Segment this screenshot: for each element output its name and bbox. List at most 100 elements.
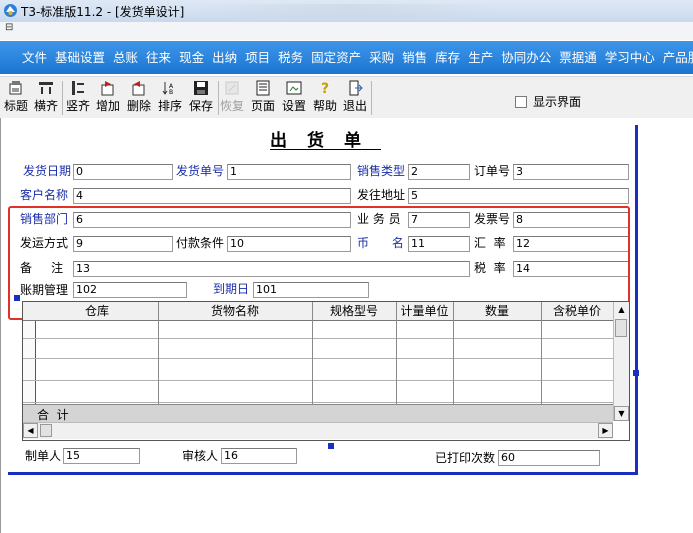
toolbar-button-add[interactable]: 增加 xyxy=(96,79,120,117)
menu-item-0[interactable]: 文件 xyxy=(18,41,51,74)
customer-name-label[interactable]: 客户名称 xyxy=(20,186,68,203)
order-no-label[interactable]: 订单号 xyxy=(474,162,510,179)
vertical-scroll-thumb[interactable] xyxy=(615,319,627,337)
maker-label[interactable]: 制单人 xyxy=(25,447,61,464)
order-no-field[interactable]: 3 xyxy=(513,164,629,180)
main-menubar: 文件 基础设置 总账 往来 现金 出纳 项目 税务 固定资产 采购 销售 库存 生产 协同办公 票据通 学习中… xyxy=(0,41,693,74)
align-horizontal-icon xyxy=(37,79,55,97)
design-toolbar: 标题 横齐 竖齐 增加 删除 A B 排序 保存 恢复 页面 设置 ? 帮助 退出 xyxy=(0,76,693,119)
ship-address-label[interactable]: 发往地址 xyxy=(357,186,405,203)
show-ui-checkbox[interactable]: 显示界面 xyxy=(515,93,581,110)
document-title[interactable]: 出货单 xyxy=(270,126,381,151)
title-icon xyxy=(7,79,25,97)
sales-type-field[interactable]: 2 xyxy=(408,164,470,180)
grid-column-header[interactable]: 仓库 xyxy=(36,302,158,320)
add-icon xyxy=(99,79,117,97)
grid-column-header[interactable]: 含税单价 xyxy=(541,302,613,320)
menu-item-3[interactable]: 往来 xyxy=(142,41,175,74)
toolbar-button-label: 恢复 xyxy=(220,99,245,113)
system-menu-strip xyxy=(0,22,693,40)
small-window-icon[interactable]: ⊟ xyxy=(5,22,13,33)
menu-item-7[interactable]: 税务 xyxy=(274,41,307,74)
title-bar-blur xyxy=(200,4,500,18)
show-ui-label: 显示界面 xyxy=(533,95,582,109)
ship-date-field[interactable]: 0 xyxy=(73,164,173,180)
toolbar-button-save[interactable]: 保存 xyxy=(189,79,213,117)
toolbar-separator xyxy=(371,81,372,115)
toolbar-button-label: 页面 xyxy=(251,99,276,113)
menu-item-1[interactable]: 基础设置 xyxy=(51,41,109,74)
print-count-label[interactable]: 已打印次数 xyxy=(435,449,495,466)
ship-date-label[interactable]: 发货日期 xyxy=(23,162,71,179)
grid-row-line xyxy=(23,338,613,339)
grid-horizontal-scrollbar[interactable]: ◀ ▶ xyxy=(23,422,613,439)
grid-column-header[interactable]: 规格型号 xyxy=(312,302,396,320)
toolbar-button-title[interactable]: 标题 xyxy=(4,79,28,117)
auditor-label[interactable]: 审核人 xyxy=(182,447,218,464)
toolbar-button-settings[interactable]: 设置 xyxy=(282,79,306,117)
toolbar-button-label: 排序 xyxy=(158,99,183,113)
menu-item-13[interactable]: 协同办公 xyxy=(497,41,555,74)
resize-handle-bottom[interactable] xyxy=(328,443,334,449)
exit-icon xyxy=(346,79,364,97)
toolbar-button-label: 增加 xyxy=(96,99,121,113)
menu-item-2[interactable]: 总账 xyxy=(109,41,142,74)
toolbar-button-label: 保存 xyxy=(189,99,214,113)
menu-item-4[interactable]: 现金 xyxy=(175,41,208,74)
grid-total-label: 合 计 xyxy=(37,408,69,422)
menu-item-10[interactable]: 销售 xyxy=(398,41,431,74)
toolbar-button-align-horizontal[interactable]: 横齐 xyxy=(34,79,58,117)
grid-column-line[interactable] xyxy=(396,302,397,404)
menu-item-14[interactable]: 票据通 xyxy=(555,41,601,74)
grid-column-line[interactable] xyxy=(453,302,454,404)
grid-column-header[interactable]: 计量单位 xyxy=(396,302,453,320)
toolbar-button-align-vertical[interactable]: 竖齐 xyxy=(66,79,90,117)
menu-item-6[interactable]: 项目 xyxy=(241,41,274,74)
toolbar-button-page[interactable]: 页面 xyxy=(251,79,275,117)
ship-no-label[interactable]: 发货单号 xyxy=(176,162,224,179)
customer-name-field[interactable]: 4 xyxy=(73,188,351,204)
grid-column-header[interactable]: 货物名称 xyxy=(158,302,312,320)
menu-item-15[interactable]: 学习中心 xyxy=(601,41,659,74)
grid-column-line[interactable] xyxy=(541,302,542,404)
ship-address-field[interactable]: 5 xyxy=(408,188,629,204)
toolbar-separator xyxy=(62,81,63,115)
grid-row-line xyxy=(23,402,613,403)
show-ui-checkbox-box[interactable] xyxy=(515,95,527,108)
auditor-field[interactable]: 16 xyxy=(221,448,297,464)
grid-vertical-scrollbar[interactable]: ▲ ▼ xyxy=(613,302,629,421)
horizontal-scroll-thumb[interactable] xyxy=(40,424,52,437)
menu-item-8[interactable]: 固定资产 xyxy=(307,41,365,74)
toolbar-button-sort[interactable]: A B 排序 xyxy=(158,79,182,117)
maker-field[interactable]: 15 xyxy=(63,448,140,464)
menu-item-5[interactable]: 出纳 xyxy=(208,41,241,74)
scroll-right-arrow-icon[interactable]: ▶ xyxy=(598,423,613,438)
scroll-down-arrow-icon[interactable]: ▼ xyxy=(614,406,629,421)
canvas-left-rule xyxy=(0,118,1,533)
detail-grid[interactable]: 仓库 货物名称 规格型号 计量单位 数量 含税单价 合 计 ▲ ▼ ◀ ▶ xyxy=(22,301,630,441)
grid-column-line[interactable] xyxy=(158,302,159,404)
resize-handle-right[interactable] xyxy=(633,370,639,376)
toolbar-button-label: 标题 xyxy=(4,99,29,113)
menu-item-16[interactable]: 产品服务 xyxy=(659,41,693,74)
sales-type-label[interactable]: 销售类型 xyxy=(357,162,405,179)
menu-item-11[interactable]: 库存 xyxy=(431,41,464,74)
window-title: T3-标准版11.2 - [发货单设计] xyxy=(21,5,185,19)
menu-item-9[interactable]: 采购 xyxy=(365,41,398,74)
restore-icon xyxy=(223,79,241,97)
grid-total-row xyxy=(23,404,613,422)
align-vertical-icon xyxy=(69,79,87,97)
scroll-up-arrow-icon[interactable]: ▲ xyxy=(614,302,629,317)
toolbar-button-help[interactable]: ? 帮助 xyxy=(313,79,337,117)
ship-no-field[interactable]: 1 xyxy=(227,164,351,180)
toolbar-button-restore: 恢复 xyxy=(220,79,244,117)
toolbar-button-delete[interactable]: 删除 xyxy=(127,79,151,117)
grid-column-line[interactable] xyxy=(312,302,313,404)
report-right-border[interactable] xyxy=(635,125,638,473)
menu-item-12[interactable]: 生产 xyxy=(464,41,497,74)
report-bottom-border[interactable] xyxy=(8,472,638,475)
scroll-left-arrow-icon[interactable]: ◀ xyxy=(23,423,38,438)
toolbar-button-exit[interactable]: 退出 xyxy=(343,79,367,117)
print-count-field[interactable]: 60 xyxy=(498,450,600,466)
grid-column-header[interactable]: 数量 xyxy=(453,302,541,320)
